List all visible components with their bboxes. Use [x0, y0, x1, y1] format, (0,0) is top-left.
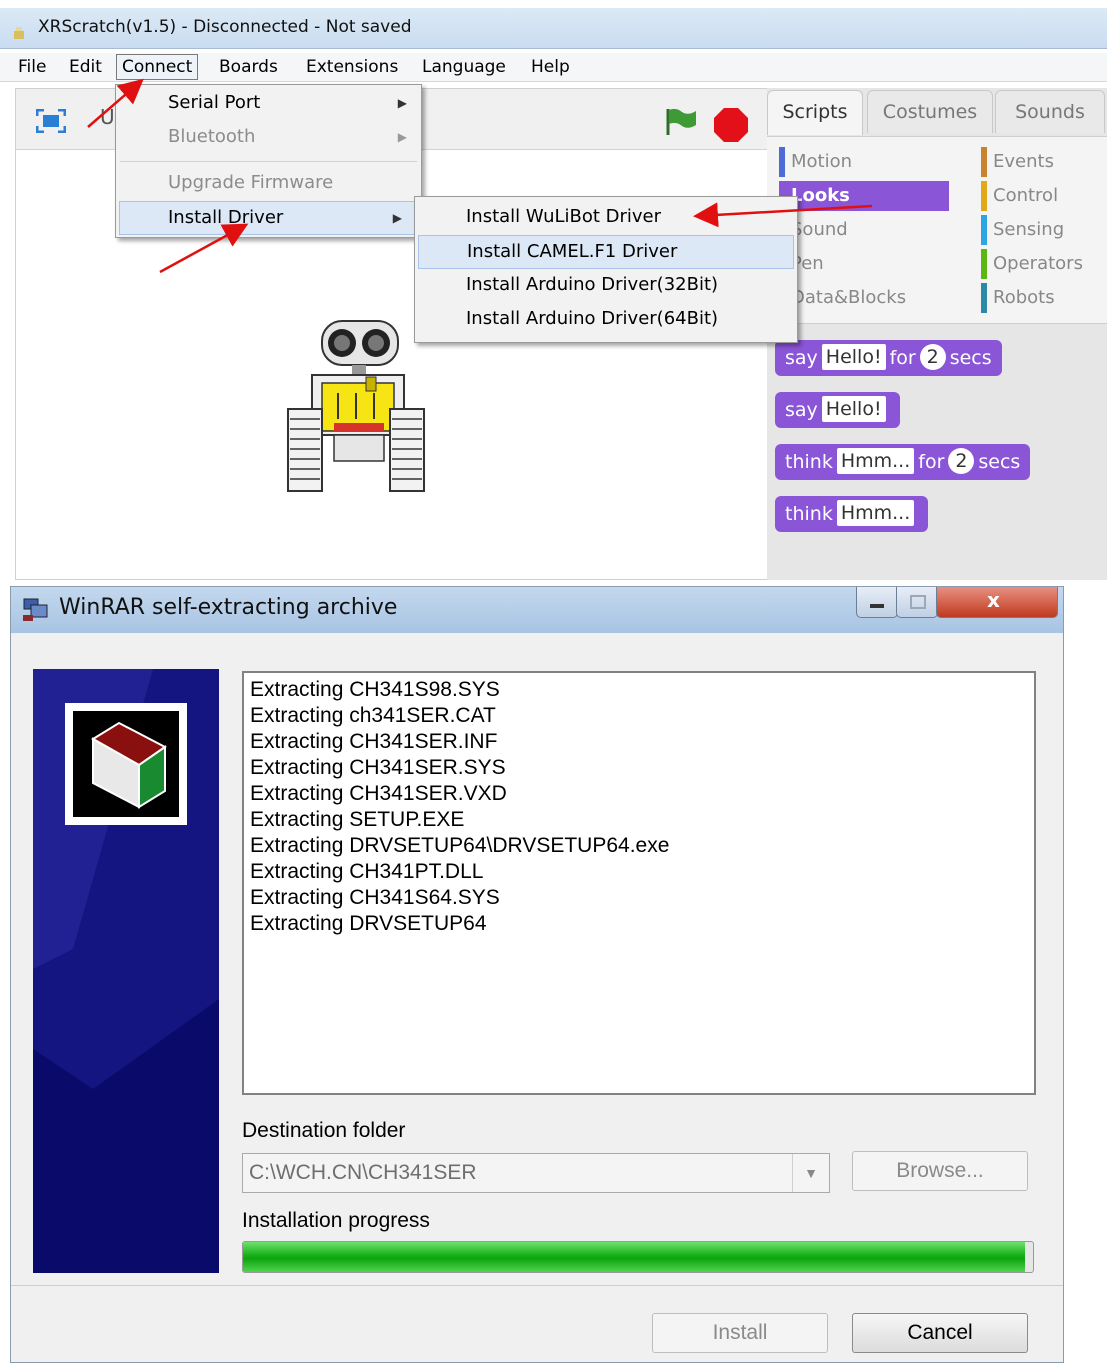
menu-file[interactable]: File [14, 57, 50, 77]
wulibot-sprite [287, 320, 425, 492]
category-pen[interactable]: Pen [779, 249, 951, 279]
category-robots[interactable]: Robots [981, 283, 1107, 313]
category-motion[interactable]: Motion [779, 147, 951, 177]
menu-item-install-camel-f1-driver[interactable]: Install CAMEL.F1 Driver [418, 235, 794, 269]
menu-help[interactable]: Help [527, 57, 574, 77]
secs-input[interactable]: 2 [948, 448, 975, 474]
menu-language[interactable]: Language [418, 57, 510, 77]
menu-bar: File Edit Connect Boards Extensions Lang… [0, 53, 1107, 82]
close-icon: x [987, 588, 1000, 612]
title-bar: XRScratch(v1.5) - Disconnected - Not sav… [0, 8, 1107, 49]
log-line: Extracting SETUP.EXE [250, 808, 465, 831]
category-operators[interactable]: Operators [981, 249, 1107, 279]
tab-sounds[interactable]: Sounds [995, 90, 1105, 133]
winrar-icon [23, 598, 48, 621]
menu-extensions[interactable]: Extensions [302, 57, 402, 77]
menu-edit[interactable]: Edit [65, 57, 106, 77]
winrar-window-title: WinRAR self-extracting archive [59, 595, 398, 620]
log-line: Extracting CH341PT.DLL [250, 860, 484, 883]
menu-item-upgrade-firmware: Upgrade Firmware [168, 172, 334, 193]
think-block[interactable]: think Hmm... [775, 496, 929, 532]
log-line: Extracting CH341S64.SYS [250, 886, 500, 909]
maximize-button [896, 587, 938, 618]
menu-item-serial-port[interactable]: Serial Port ▶ [116, 87, 421, 119]
menu-connect[interactable]: Connect [116, 54, 199, 80]
stop-icon[interactable] [713, 107, 749, 143]
log-line: Extracting DRVSETUP64 [250, 912, 487, 935]
blocks-palette: Scripts Costumes Sounds Motion Looks Sou… [767, 88, 1107, 580]
log-line: Extracting CH341SER.INF [250, 730, 498, 753]
menu-boards[interactable]: Boards [215, 57, 282, 77]
category-data-blocks[interactable]: Data&Blocks [779, 283, 951, 313]
install-button[interactable]: Install [652, 1313, 828, 1353]
say-text-input[interactable]: Hello! [821, 396, 886, 422]
window-title: XRScratch(v1.5) - Disconnected - Not sav… [38, 17, 412, 37]
think-text-input[interactable]: Hmm... [836, 500, 915, 526]
destination-folder-label: Destination folder [242, 1119, 406, 1142]
winrar-banner [33, 669, 219, 1273]
chevron-down-icon[interactable]: ▼ [792, 1154, 829, 1192]
category-list: Motion Looks Sound Pen Data&Blocks Event… [767, 136, 1107, 324]
green-flag-icon[interactable] [664, 107, 698, 137]
browse-button[interactable]: Browse... [852, 1151, 1028, 1191]
progress-fill [243, 1242, 1026, 1272]
app-icon [14, 27, 24, 39]
log-line: Extracting CH341SER.SYS [250, 756, 506, 779]
archive-logo [65, 703, 187, 825]
say-block[interactable]: say Hello! [775, 392, 900, 428]
say-for-secs-block[interactable]: say Hello! for 2 secs [775, 340, 1002, 376]
category-looks[interactable]: Looks [779, 181, 949, 211]
installation-progress-label: Installation progress [242, 1209, 430, 1232]
menu-item-install-arduino-driver-32[interactable]: Install Arduino Driver(32Bit) [415, 269, 797, 301]
menu-item-install-arduino-driver-64[interactable]: Install Arduino Driver(64Bit) [415, 303, 797, 335]
secs-input[interactable]: 2 [919, 344, 946, 370]
close-button[interactable]: x [936, 587, 1058, 618]
menu-item-install-driver[interactable]: Install Driver ▶ [119, 201, 417, 235]
stage-title: U [100, 105, 115, 129]
cancel-button[interactable]: Cancel [852, 1313, 1028, 1353]
install-driver-submenu: Install WuLiBot Driver Install CAMEL.F1 … [414, 196, 798, 343]
tab-costumes[interactable]: Costumes [867, 90, 993, 133]
log-line: Extracting DRVSETUP64\DRVSETUP64.exe [250, 834, 670, 857]
category-sensing[interactable]: Sensing [981, 215, 1107, 245]
log-line: Extracting CH341S98.SYS [250, 678, 500, 701]
winrar-body: Extracting CH341S98.SYS Extracting ch341… [11, 633, 1063, 1362]
destination-folder-input[interactable]: C:\WCH.CN\CH341SER ▼ [242, 1153, 830, 1193]
fullscreen-icon[interactable] [36, 109, 66, 133]
winrar-title-bar: WinRAR self-extracting archive x [11, 587, 1063, 633]
category-control[interactable]: Control [981, 181, 1107, 211]
installation-progress-bar [242, 1241, 1034, 1273]
log-line: Extracting ch341SER.CAT [250, 704, 496, 727]
category-events[interactable]: Events [981, 147, 1107, 177]
extraction-log: Extracting CH341S98.SYS Extracting ch341… [242, 671, 1036, 1095]
say-text-input[interactable]: Hello! [821, 344, 886, 370]
menu-item-bluetooth: Bluetooth ▶ [168, 126, 407, 147]
xrscratch-window: XRScratch(v1.5) - Disconnected - Not sav… [0, 0, 1107, 580]
category-sound[interactable]: Sound [779, 215, 951, 245]
tab-scripts[interactable]: Scripts [767, 90, 863, 135]
think-for-secs-block[interactable]: think Hmm... for 2 secs [775, 444, 1031, 480]
log-line: Extracting CH341SER.VXD [250, 782, 507, 805]
winrar-window: WinRAR self-extracting archive x Extract… [10, 586, 1064, 1363]
menu-item-install-wulibot-driver[interactable]: Install WuLiBot Driver [415, 201, 797, 233]
minimize-button[interactable] [856, 587, 898, 618]
connect-menu: Serial Port ▶ Bluetooth ▶ Upgrade Firmware… [115, 84, 422, 238]
think-text-input[interactable]: Hmm... [836, 448, 915, 474]
archive-box-icon [91, 721, 167, 809]
